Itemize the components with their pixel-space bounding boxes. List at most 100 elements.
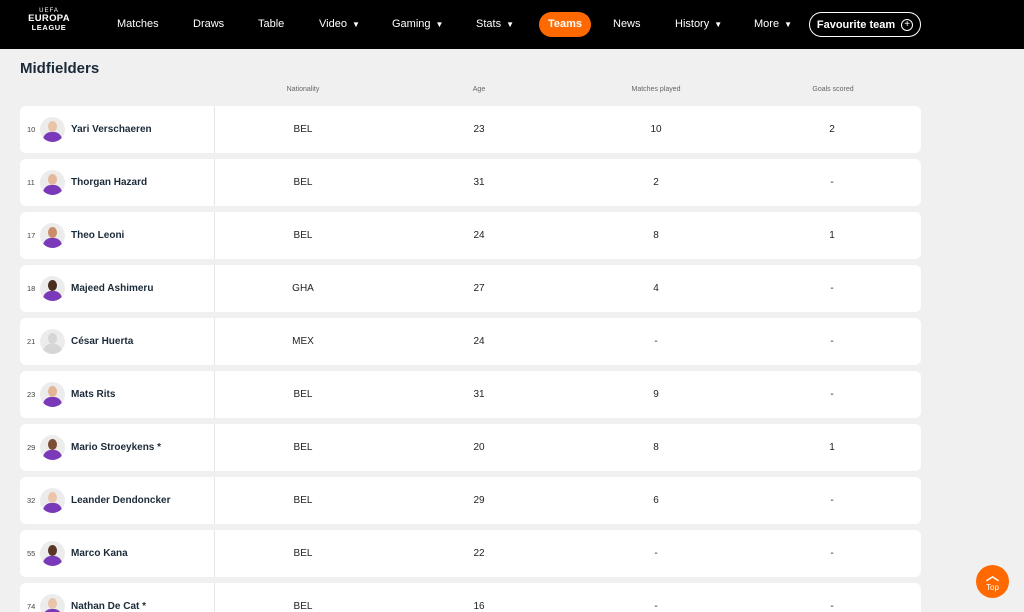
cell-age: 20 [473,442,485,453]
player-avatar [40,329,65,354]
cell-nationality: BEL [293,548,313,559]
scroll-to-top-label: Top [986,583,999,592]
player-row[interactable]: 55 Marco Kana BEL 22 - - [20,530,921,577]
column-header-matches-played: Matches played [631,86,681,93]
row-divider [214,424,215,471]
player-number: 18 [27,284,36,293]
player-number: 74 [27,602,36,611]
cell-goals-scored: 1 [829,230,835,241]
nav-item-history[interactable]: History ▼ [675,12,722,37]
cell-matches-played: 10 [650,124,662,135]
player-avatar [40,488,65,513]
caret-down-icon: ▼ [435,20,444,29]
nav-item-label: Draws [193,18,225,30]
nav-item-draws[interactable]: Draws [193,12,224,37]
nav-item-matches[interactable]: Matches [117,12,159,37]
player-number: 11 [27,178,35,187]
nav-item-teams[interactable]: Teams [539,12,592,37]
player-avatar [40,382,65,407]
cell-goals-scored: - [830,283,834,294]
favourite-team-button[interactable]: Favourite team + [809,12,921,37]
nav-item-label: Video [319,18,347,30]
caret-down-icon: ▼ [714,20,723,29]
row-divider [214,212,215,259]
scroll-to-top-button[interactable]: ︿ Top [976,565,1009,598]
top-navigation: UEFA EUROPA LEAGUE Matches Draws Table Vide… [0,0,1024,49]
cell-goals-scored: - [830,548,834,559]
cell-matches-played: - [654,548,658,559]
player-row[interactable]: 29 Mario Stroeykens * BEL 20 8 1 [20,424,921,471]
player-name-link[interactable]: Marco Kana [71,530,128,577]
column-header-nationality: Nationality [286,86,320,93]
player-row[interactable]: 21 César Huerta MEX 24 - - [20,318,921,365]
plus-circle-icon: + [901,18,914,31]
nav-item-news[interactable]: News [613,12,641,37]
row-divider [214,159,215,206]
player-avatar [40,170,65,195]
cell-nationality: GHA [292,283,314,294]
player-row[interactable]: 17 Theo Leoni BEL 24 8 1 [20,212,921,259]
nav-item-label: History [675,18,710,30]
cell-nationality: BEL [293,389,313,400]
cell-goals-scored: 1 [829,442,835,453]
column-header-age: Age [472,86,486,93]
row-divider [214,318,215,365]
cell-age: 16 [473,601,485,612]
nav-item-label: Stats [476,18,502,30]
cell-goals-scored: 2 [829,124,835,135]
cell-nationality: BEL [293,124,313,135]
player-number: 17 [27,231,36,240]
player-row[interactable]: 23 Mats Rits BEL 31 9 - [20,371,921,418]
cell-nationality: BEL [293,442,313,453]
player-row[interactable]: 18 Majeed Ashimeru GHA 27 4 - [20,265,921,312]
player-name-link[interactable]: Theo Leoni [71,212,124,259]
cell-matches-played: 2 [653,177,659,188]
favourite-team-label: Favourite team [816,18,896,31]
cell-nationality: MEX [292,336,314,347]
nav-item-label: Gaming [392,18,431,30]
cell-nationality: BEL [293,601,313,612]
player-avatar [40,117,65,142]
player-row[interactable]: 11 Thorgan Hazard BEL 31 2 - [20,159,921,206]
nav-item-more[interactable]: More ▼ [754,12,792,37]
player-avatar [40,276,65,301]
player-name-link[interactable]: Thorgan Hazard [71,159,147,206]
player-name-link[interactable]: Leander Dendoncker [71,477,170,524]
caret-down-icon: ▼ [784,20,792,29]
player-number: 29 [27,443,36,452]
player-name-link[interactable]: Mats Rits [71,371,115,418]
column-header-goals-scored: Goals scored [812,86,854,93]
player-name-link[interactable]: Yari Verschaeren [71,106,152,153]
player-number: 32 [27,496,36,505]
nav-item-label: More [754,18,780,30]
nav-item-stats[interactable]: Stats ▼ [476,12,514,37]
nav-item-video[interactable]: Video ▼ [319,12,360,37]
cell-goals-scored: - [830,336,834,347]
cell-matches-played: - [654,336,658,347]
cell-age: 24 [473,336,485,347]
row-divider [214,106,215,153]
player-name-link[interactable]: Majeed Ashimeru [71,265,153,312]
nav-item-label: Table [258,18,285,30]
nav-item-gaming[interactable]: Gaming ▼ [392,12,443,37]
nav-item-table[interactable]: Table [258,12,284,37]
europa-league-logo[interactable]: UEFA EUROPA LEAGUE [26,8,72,40]
cell-age: 27 [473,283,485,294]
player-avatar [40,594,65,612]
player-name-link[interactable]: César Huerta [71,318,133,365]
cell-matches-played: 6 [653,495,659,506]
player-name-link[interactable]: Mario Stroeykens * [71,424,161,471]
caret-down-icon: ▼ [506,20,514,29]
row-divider [214,265,215,312]
nav-item-label: News [613,18,641,30]
player-row[interactable]: 10 Yari Verschaeren BEL 23 10 2 [20,106,921,153]
cell-nationality: BEL [293,177,313,188]
player-row[interactable]: 74 Nathan De Cat * BEL 16 - - [20,583,921,612]
player-name-link[interactable]: Nathan De Cat * [71,583,146,612]
cell-matches-played: 8 [653,442,659,453]
cell-matches-played: 8 [653,230,659,241]
player-row[interactable]: 32 Leander Dendoncker BEL 29 6 - [20,477,921,524]
row-divider [214,371,215,418]
cell-age: 29 [473,495,485,506]
section-title: Midfielders [20,60,100,77]
